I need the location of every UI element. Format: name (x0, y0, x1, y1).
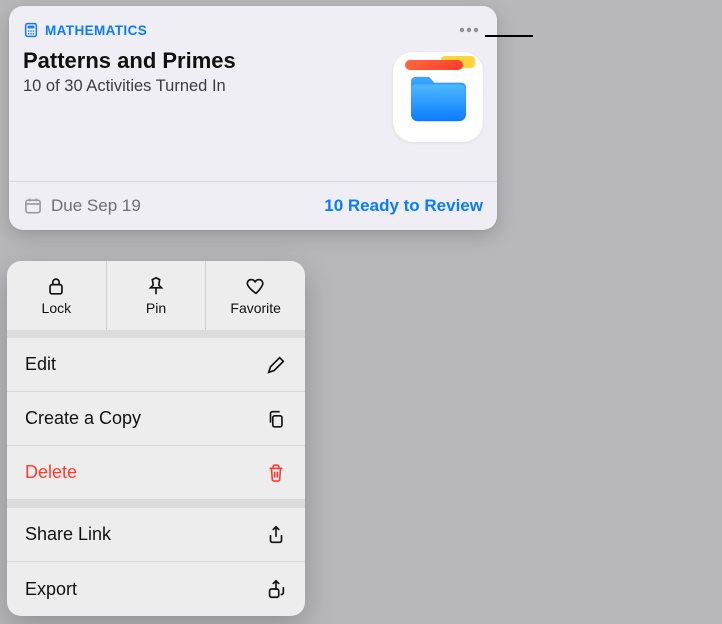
ready-to-review-link[interactable]: 10 Ready to Review (324, 196, 483, 216)
ellipsis-icon (458, 26, 480, 34)
menu-item-copy[interactable]: Create a Copy (7, 392, 305, 446)
due-date: Due Sep 19 (23, 196, 141, 216)
lock-label: Lock (42, 300, 72, 316)
favorite-button[interactable]: Favorite (206, 261, 305, 330)
pin-label: Pin (146, 300, 166, 316)
pin-icon (145, 275, 167, 297)
card-text: Patterns and Primes 10 of 30 Activities … (23, 48, 381, 96)
lock-button[interactable]: Lock (7, 261, 107, 330)
menu-item-delete[interactable]: Delete (7, 446, 305, 500)
card-body: Patterns and Primes 10 of 30 Activities … (9, 42, 497, 181)
heart-icon (245, 275, 267, 297)
subject-tag: MATHEMATICS (23, 22, 147, 38)
menu-item-export[interactable]: Export (7, 562, 305, 616)
menu-top-row: Lock Pin Favorite (7, 261, 305, 338)
assignment-card[interactable]: MATHEMATICS Patterns and Primes 10 of 30… (9, 6, 497, 230)
pencil-icon (265, 354, 287, 376)
lock-icon (45, 275, 67, 297)
card-subtitle: 10 of 30 Activities Turned In (23, 77, 381, 96)
pin-button[interactable]: Pin (107, 261, 207, 330)
subject-label: MATHEMATICS (45, 23, 147, 38)
callout-line (485, 35, 533, 37)
menu-item-share[interactable]: Share Link (7, 508, 305, 562)
trash-icon (265, 462, 287, 484)
card-footer: Due Sep 19 10 Ready to Review (9, 181, 497, 230)
calendar-icon (23, 196, 43, 216)
export-icon (265, 578, 287, 600)
menu-divider (7, 500, 305, 508)
export-label: Export (25, 579, 77, 600)
duplicate-icon (265, 408, 287, 430)
favorite-label: Favorite (230, 300, 281, 316)
context-menu: Lock Pin Favorite Edit Create a Copy (7, 261, 305, 616)
share-label: Share Link (25, 524, 111, 545)
delete-label: Delete (25, 462, 77, 483)
edit-label: Edit (25, 354, 56, 375)
more-button[interactable] (455, 18, 483, 42)
menu-item-edit[interactable]: Edit (7, 338, 305, 392)
card-title: Patterns and Primes (23, 48, 381, 74)
share-icon (265, 524, 287, 546)
copy-label: Create a Copy (25, 408, 141, 429)
files-app-icon (393, 52, 483, 142)
calculator-icon (23, 22, 39, 38)
due-label: Due Sep 19 (51, 196, 141, 216)
card-header: MATHEMATICS (9, 6, 497, 42)
